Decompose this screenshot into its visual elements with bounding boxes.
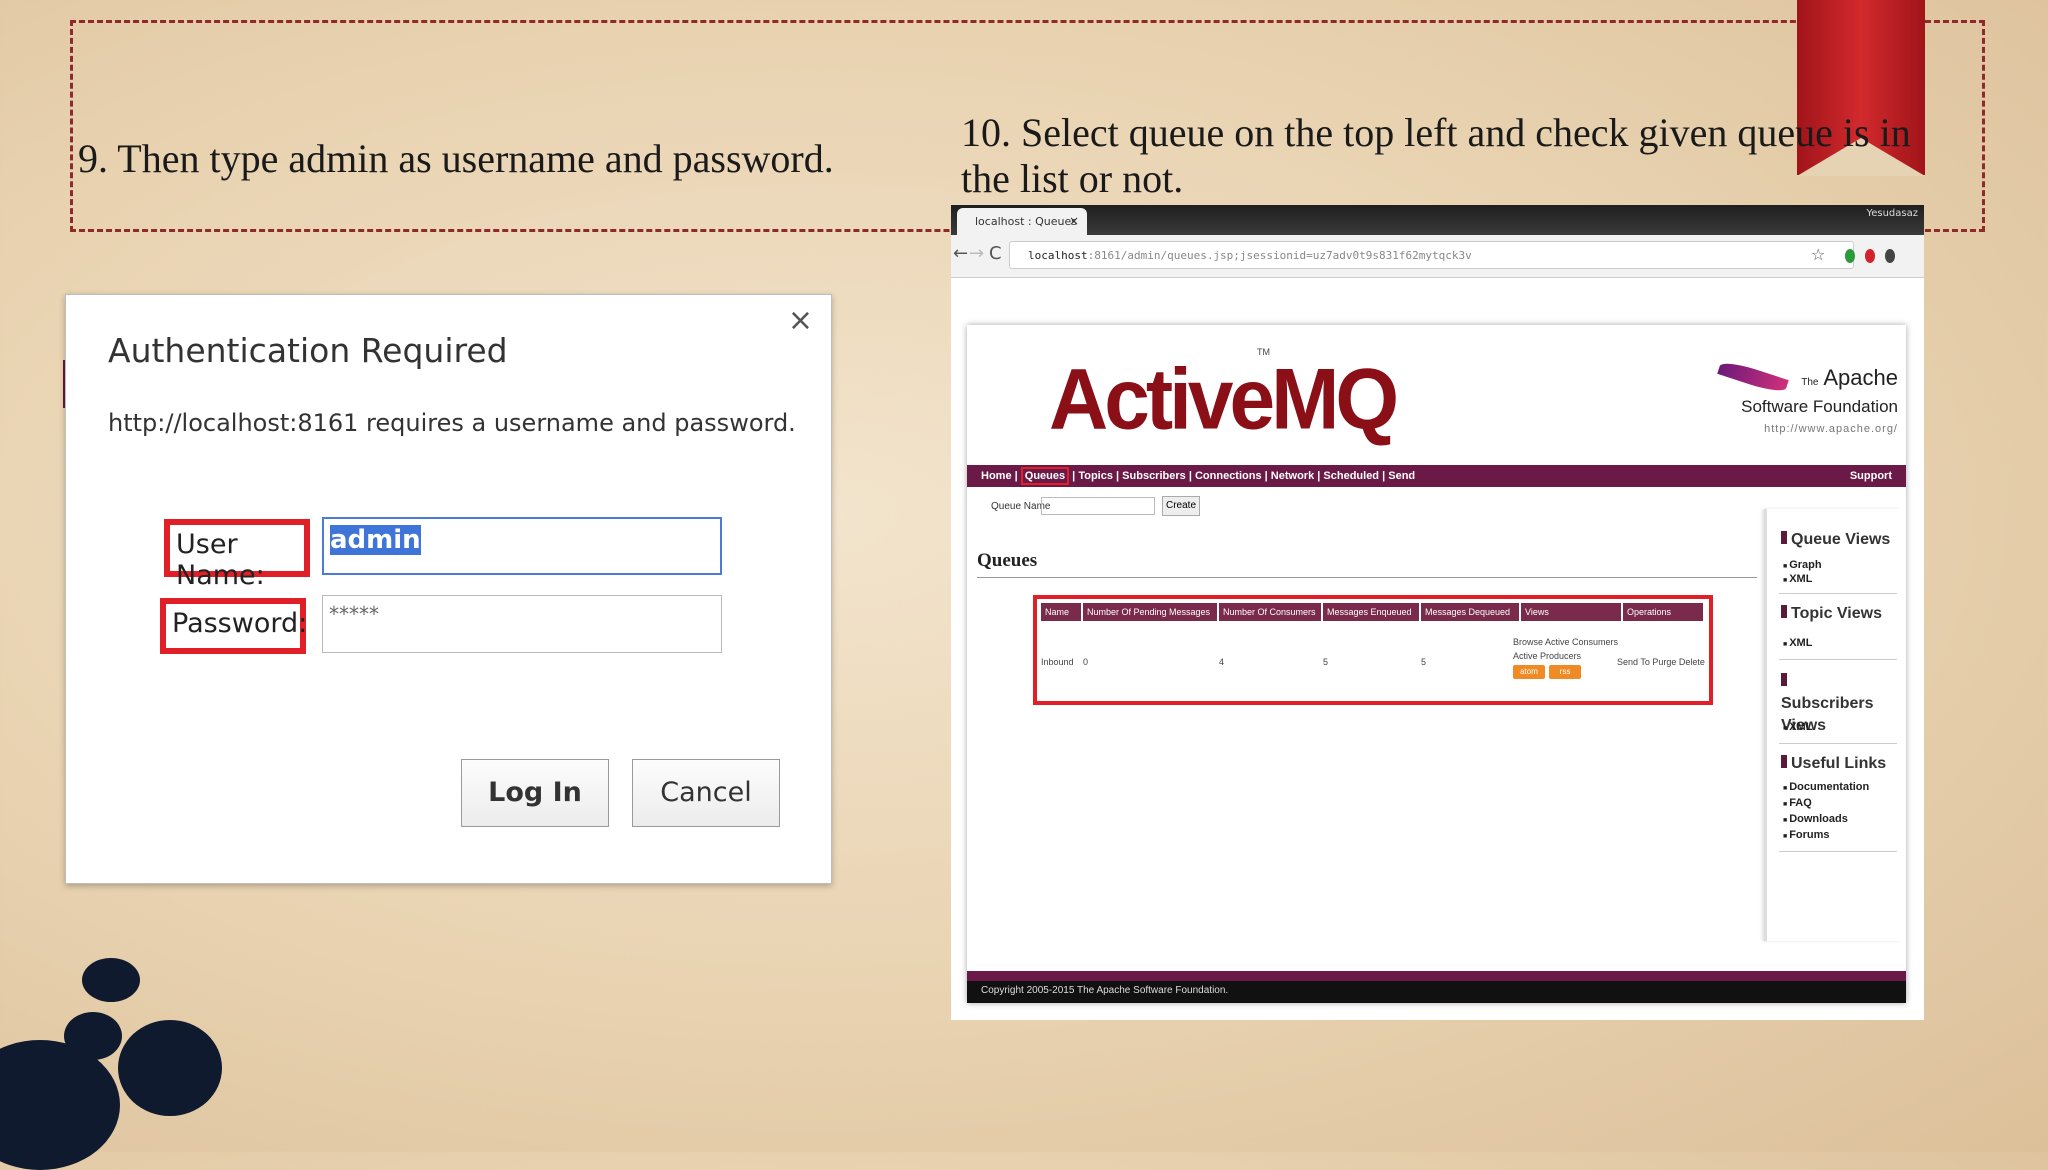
menu-subscribers[interactable]: Subscribers <box>1122 470 1186 482</box>
sidebar-link-downloads[interactable]: Downloads <box>1783 813 1848 825</box>
menu-send[interactable]: Send <box>1388 470 1415 482</box>
address-host: localhost <box>1028 249 1088 262</box>
sidebar-divider <box>1779 593 1897 594</box>
menu-topics[interactable]: Topics <box>1078 470 1113 482</box>
extension-icon[interactable] <box>1885 249 1895 263</box>
step-10-text: 10. Select queue on the top left and che… <box>961 110 1911 201</box>
menu-queues[interactable]: Queues <box>1020 467 1070 485</box>
password-label: Password: <box>160 598 307 654</box>
column-header-consumers[interactable]: Number Of Consumers <box>1219 603 1321 621</box>
login-button[interactable]: Log In <box>461 759 609 827</box>
back-icon[interactable]: ← <box>953 243 968 264</box>
queues-heading: Queues <box>977 550 1038 571</box>
tab-close-icon[interactable]: × <box>1069 208 1079 235</box>
create-button[interactable]: Create <box>1162 496 1200 516</box>
username-value: admin <box>330 525 421 555</box>
activemq-logo: ActiveMQ <box>1049 351 1399 448</box>
cancel-button[interactable]: Cancel <box>632 759 780 827</box>
tab-bar: localhost : Queues × Yesudasaz <box>951 205 1924 235</box>
column-header-pending[interactable]: Number Of Pending Messages <box>1083 603 1217 621</box>
ink-blot <box>118 1020 222 1116</box>
sidebar-link-xml[interactable]: XML <box>1783 637 1812 649</box>
column-header-operations: Operations <box>1623 603 1703 621</box>
extension-icon[interactable] <box>1865 249 1875 263</box>
address-bar[interactable]: localhost:8161/admin/queues.jsp;jsession… <box>1009 241 1854 269</box>
browser-toolbar: ← → C localhost:8161/admin/queues.jsp;js… <box>951 235 1924 278</box>
dialog-title: Authentication Required <box>108 331 508 370</box>
queue-name-link[interactable]: Inbound <box>1041 657 1074 667</box>
column-header-enqueued[interactable]: Messages Enqueued <box>1323 603 1419 621</box>
username-field[interactable]: admin <box>322 517 722 575</box>
column-header-name[interactable]: Name <box>1041 603 1081 621</box>
copyright-text: Copyright 2005-2015 The Apache Software … <box>981 985 1229 996</box>
username-label: User Name: <box>164 519 310 591</box>
queue-name-input[interactable] <box>1041 497 1155 515</box>
queues-table: Name Number Of Pending Messages Number O… <box>1033 595 1713 705</box>
auth-dialog: × Authentication Required http://localho… <box>65 294 832 884</box>
sidebar-link-documentation[interactable]: Documentation <box>1783 781 1869 793</box>
atom-feed-icon[interactable]: atom <box>1513 665 1545 679</box>
sidebar-divider <box>1779 851 1897 852</box>
ink-blot <box>82 958 140 1002</box>
trademark: TM <box>1257 347 1270 357</box>
extension-icon[interactable] <box>1845 249 1855 263</box>
menu-network[interactable]: Network <box>1271 470 1314 482</box>
sidebar-link-xml[interactable]: XML <box>1783 573 1812 585</box>
page-footer: Copyright 2005-2015 The Apache Software … <box>967 971 1906 1003</box>
menu-scheduled[interactable]: Scheduled <box>1323 470 1379 482</box>
menu-home[interactable]: Home <box>981 470 1012 482</box>
browser-tab[interactable]: localhost : Queues × <box>957 208 1087 235</box>
column-header-dequeued[interactable]: Messages Dequeued <box>1421 603 1519 621</box>
address-path: :8161/admin/queues.jsp;jsessionid=uz7adv… <box>1087 249 1472 262</box>
sidebar: Queue Views Graph XML Topic Views XML Su… <box>1764 509 1901 941</box>
operations-links[interactable]: Send To Purge Delete <box>1617 657 1705 667</box>
step-9-text: 9. Then type admin as username and passw… <box>78 136 834 181</box>
reload-icon[interactable]: C <box>989 243 1002 264</box>
pending-count: 0 <box>1083 657 1089 667</box>
close-icon[interactable]: × <box>788 303 813 338</box>
password-field[interactable]: ***** <box>322 595 722 653</box>
dialog-message: http://localhost:8161 requires a usernam… <box>108 409 796 437</box>
sidebar-divider <box>1779 659 1897 660</box>
consumer-count: 4 <box>1219 657 1225 667</box>
enqueued-count: 5 <box>1323 657 1329 667</box>
sidebar-divider <box>1779 743 1897 744</box>
ink-blot <box>0 1040 120 1170</box>
browser-screenshot: localhost : Queues × Yesudasaz ← → C loc… <box>951 205 1924 1020</box>
sidebar-link-faq[interactable]: FAQ <box>1783 797 1812 809</box>
bookmark-star-icon[interactable]: ☆ <box>1811 245 1825 264</box>
views-producers-link[interactable]: Active Producers <box>1513 651 1581 661</box>
activemq-page: ActiveMQ TM The Apache Software Foundati… <box>967 325 1906 1003</box>
asf-the: The <box>1801 377 1819 388</box>
apache-logo[interactable]: The Apache Software Foundation http://ww… <box>1741 367 1898 440</box>
asf-name1: Apache <box>1823 365 1898 390</box>
views-browse-link[interactable]: Browse Active Consumers <box>1513 637 1618 647</box>
menu-connections[interactable]: Connections <box>1195 470 1262 482</box>
sidebar-queue-views: Queue Views <box>1781 529 1890 551</box>
forward-icon[interactable]: → <box>969 243 984 264</box>
sidebar-topic-views: Topic Views <box>1781 603 1882 625</box>
sidebar-link-graph[interactable]: Graph <box>1783 559 1821 571</box>
menu-support[interactable]: Support <box>1850 470 1892 482</box>
asf-url: http://www.apache.org/ <box>1764 423 1898 435</box>
sidebar-link-xml[interactable]: XML <box>1783 721 1812 733</box>
rss-feed-icon[interactable]: rss <box>1549 665 1581 679</box>
sidebar-useful-links: Useful Links <box>1781 753 1886 775</box>
window-user: Yesudasaz <box>1866 208 1918 219</box>
dequeued-count: 5 <box>1421 657 1427 667</box>
heading-divider <box>977 577 1757 578</box>
column-header-views: Views <box>1521 603 1621 621</box>
sidebar-link-forums[interactable]: Forums <box>1783 829 1829 841</box>
tab-title: localhost : Queues <box>975 215 1077 228</box>
asf-name2: Software Foundation <box>1741 397 1898 416</box>
main-menu: Home | Queues | Topics | Subscribers | C… <box>967 465 1906 487</box>
